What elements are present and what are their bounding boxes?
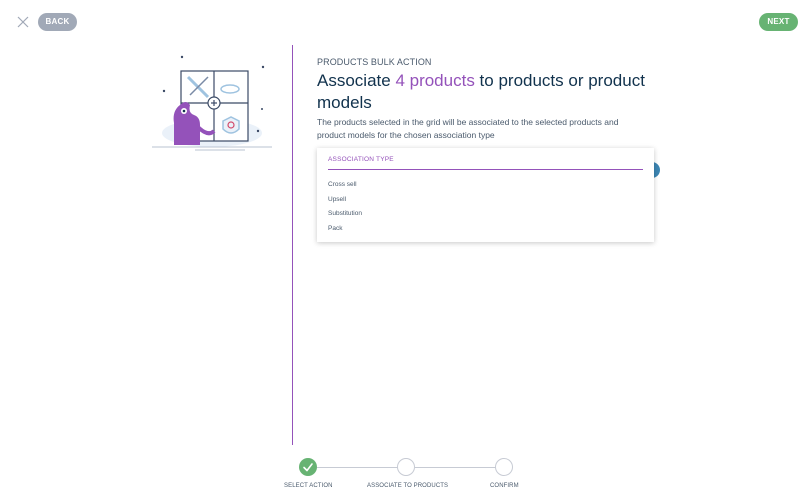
step-connector <box>415 467 496 468</box>
page-subtitle: PRODUCTS BULK ACTION <box>317 57 432 67</box>
dropdown-option-cross-sell[interactable]: Cross sell <box>328 181 357 188</box>
step-label-select-action: SELECT ACTION <box>284 483 333 489</box>
step-label-associate-to-products: ASSOCIATE TO PRODUCTS <box>367 483 449 489</box>
bulk-action-illustration <box>150 53 275 153</box>
dropdown-option-upsell[interactable]: Upsell <box>328 196 346 203</box>
step-associate-indicator <box>397 458 415 476</box>
step-connector <box>317 467 398 468</box>
step-select-action-done-indicator <box>299 458 317 476</box>
title-count: 4 products <box>395 71 475 90</box>
next-button[interactable]: NEXT <box>759 13 798 31</box>
vertical-divider <box>292 45 293 445</box>
step-confirm-indicator <box>495 458 513 476</box>
dropdown-option-pack[interactable]: Pack <box>328 225 342 232</box>
title-prefix: Associate <box>317 71 396 90</box>
page-description: The products selected in the grid will b… <box>317 117 619 140</box>
dropdown-header: ASSOCIATION TYPE <box>328 156 643 170</box>
progress-stepper: SELECT ACTION ASSOCIATE TO PRODUCTS CONF… <box>280 450 540 495</box>
page-title: Associate 4 products to products or prod… <box>317 70 677 114</box>
check-icon <box>303 463 313 472</box>
step-label-confirm: CONFIRM <box>490 483 519 489</box>
back-button[interactable]: BACK <box>38 13 77 31</box>
association-type-dropdown: ASSOCIATION TYPE Cross sell Upsell Subst… <box>317 148 654 242</box>
dropdown-option-substitution[interactable]: Substitution <box>328 210 362 217</box>
close-icon[interactable] <box>15 14 31 30</box>
